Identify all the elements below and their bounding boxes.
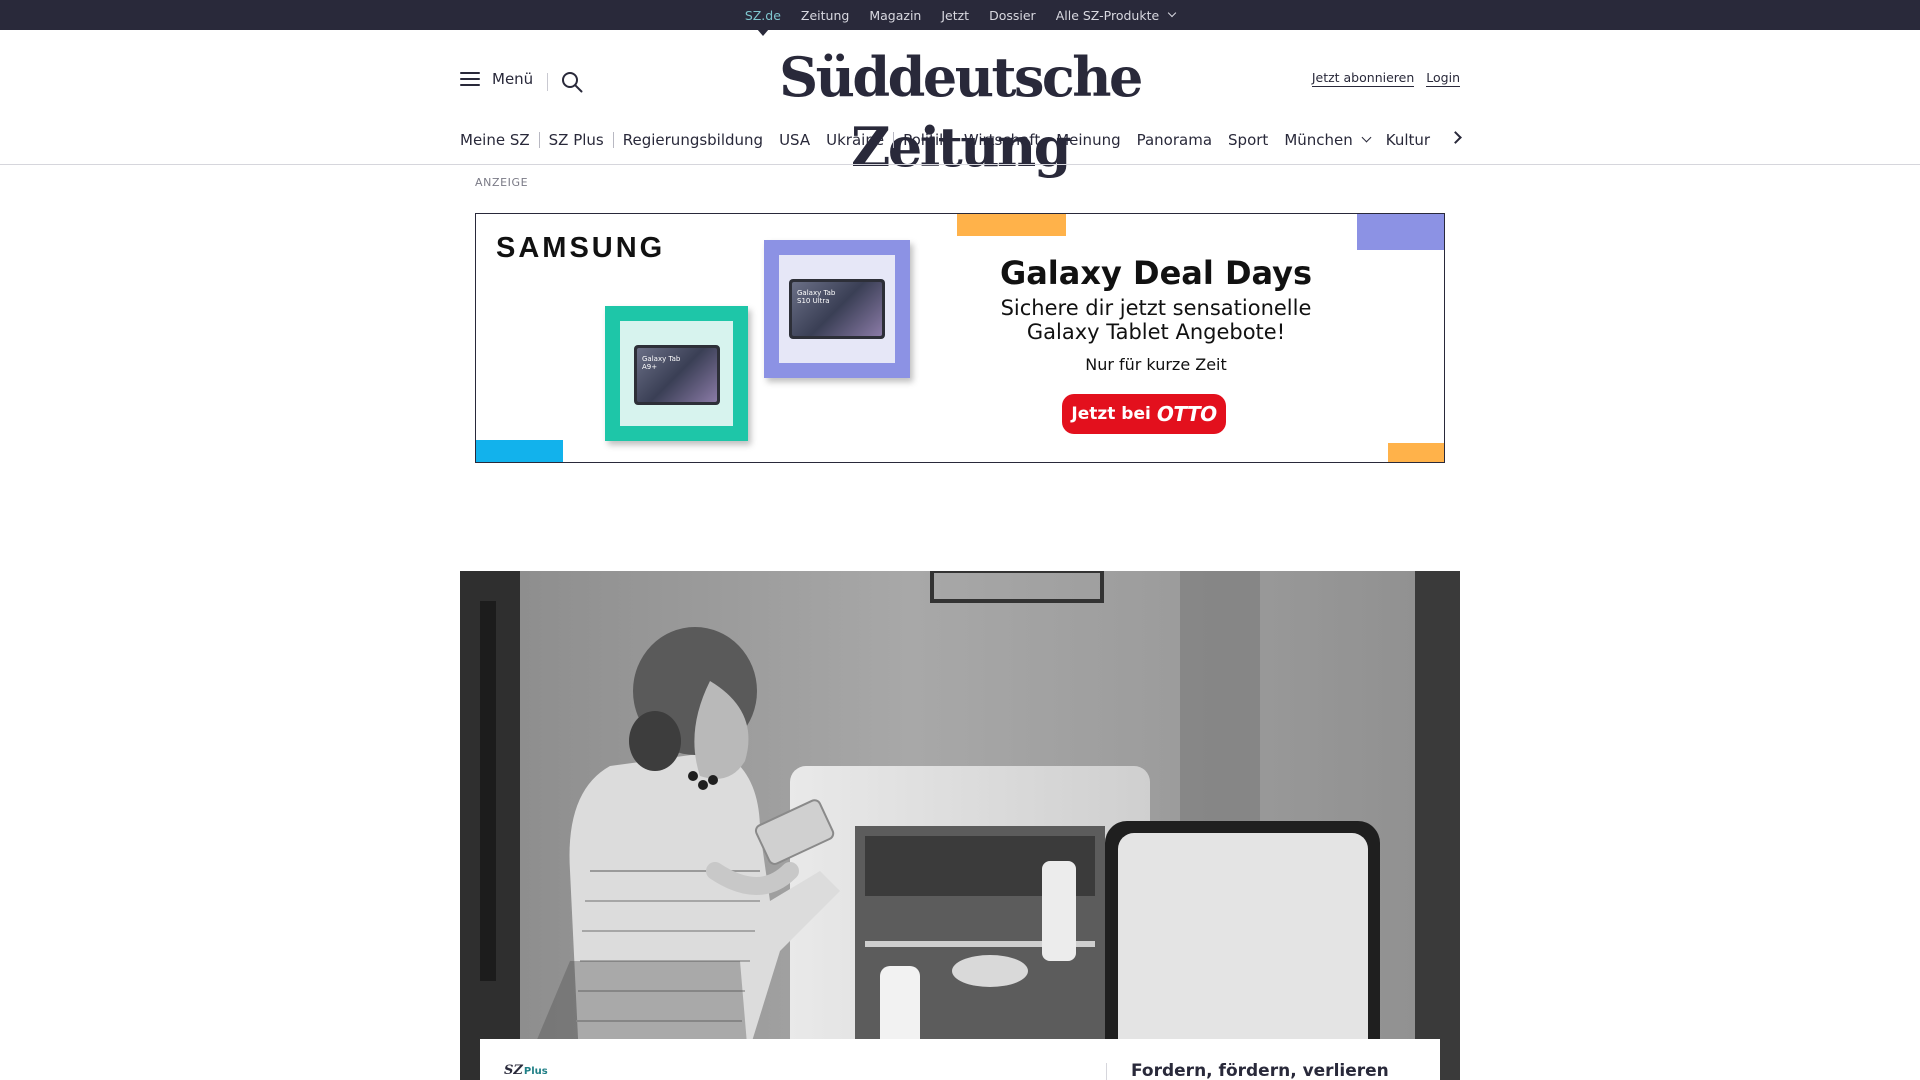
otto-logo: OTTO: [1156, 402, 1217, 426]
chevron-down-icon: [1167, 8, 1177, 18]
sz-plus-badge-sz: SZ: [504, 1063, 523, 1078]
nav-divider: [612, 132, 614, 148]
ad-small-text: Nur für kurze Zeit: [1085, 355, 1227, 374]
hamburger-icon: [460, 72, 480, 86]
samsung-logo: SAMSUNG: [496, 232, 666, 264]
nav-item-meine-sz[interactable]: Meine SZ: [460, 131, 530, 149]
tablet-image: Galaxy Tab A9+: [634, 345, 720, 405]
teaser-divider: [1106, 1063, 1107, 1080]
site-logo[interactable]: Süddeutsche Zeitung: [700, 42, 1220, 182]
ad-cta-button[interactable]: Jetzt bei OTTO: [1062, 394, 1226, 434]
ad-label: ANZEIGE: [475, 176, 529, 189]
topbar-link-szde[interactable]: SZ.de: [745, 0, 781, 36]
ad-headline: Galaxy Deal Days: [999, 254, 1313, 292]
ad-banner[interactable]: SAMSUNG Galaxy Tab A9+ Galaxy Tab S10 Ul…: [475, 213, 1445, 463]
topbar-link-magazin[interactable]: Magazin: [869, 0, 921, 30]
tablet-2-label: Galaxy Tab S10 Ultra: [797, 289, 836, 305]
section-nav: Meine SZ SZ Plus Regierungsbildung USA U…: [460, 128, 1460, 152]
nav-item-wirtschaft[interactable]: Wirtschaft: [964, 131, 1040, 149]
ad-cyan-block: [476, 440, 563, 462]
header-account-links: Jetzt abonnieren Login: [1311, 70, 1460, 87]
ad-cta-prefix: Jetzt bei: [1071, 404, 1151, 424]
sz-plus-badge-plus: Plus: [523, 1066, 548, 1077]
header-divider: [547, 73, 548, 91]
topbar-link-alle-sz-produkte[interactable]: Alle SZ-Produkte: [1055, 0, 1177, 30]
nav-item-sport[interactable]: Sport: [1228, 131, 1268, 149]
nav-item-muenchen-label: München: [1284, 131, 1353, 149]
login-link[interactable]: Login: [1426, 70, 1460, 87]
top-product-bar: SZ.de Zeitung Magazin Jetzt Dossier Alle…: [0, 0, 1920, 36]
nav-item-muenchen[interactable]: München: [1284, 131, 1372, 149]
tablet-1-label: Galaxy Tab A9+: [642, 355, 681, 371]
topbar-link-dossier[interactable]: Dossier: [989, 0, 1036, 30]
chevron-down-icon: [1361, 132, 1372, 143]
menu-label: Menü: [492, 70, 534, 88]
article-teaser-card[interactable]: SZPlus Fordern, fördern, verlieren: [480, 1039, 1440, 1080]
tablet-card-tab-a9: Galaxy Tab A9+: [605, 306, 748, 441]
tablet-image: Galaxy Tab S10 Ultra: [789, 279, 885, 339]
ad-subheadline: Sichere dir jetzt sensationelle Galaxy T…: [946, 296, 1366, 344]
nav-item-ukraine[interactable]: Ukraine: [826, 131, 884, 149]
topbar-link-jetzt[interactable]: Jetzt: [941, 0, 969, 30]
tablet-card-tab-s10-ultra: Galaxy Tab S10 Ultra: [764, 240, 910, 378]
nav-item-kultur[interactable]: Kultur: [1386, 131, 1430, 149]
menu-button[interactable]: Menü: [460, 70, 533, 88]
subscribe-link[interactable]: Jetzt abonnieren: [1311, 70, 1415, 87]
topbar-link-zeitung[interactable]: Zeitung: [801, 0, 849, 30]
ad-subheadline-line2: Galaxy Tablet Angebote!: [1026, 320, 1286, 344]
nav-item-meinung[interactable]: Meinung: [1056, 131, 1120, 149]
teaser-side-headline[interactable]: Fordern, fördern, verlieren: [1131, 1061, 1389, 1080]
ad-subheadline-line1: Sichere dir jetzt sensationelle: [1000, 296, 1312, 320]
nav-rule: [0, 164, 1920, 165]
topbar-link-alle-sz-produkte-label: Alle SZ-Produkte: [1055, 7, 1160, 23]
search-icon[interactable]: [561, 71, 583, 93]
nav-divider: [538, 132, 540, 148]
nav-item-panorama[interactable]: Panorama: [1137, 131, 1212, 149]
ad-periwinkle-block: [1357, 214, 1444, 250]
nav-divider: [893, 132, 895, 148]
nav-item-usa[interactable]: USA: [779, 131, 810, 149]
ad-orange-block: [957, 214, 1066, 236]
nav-item-regierungsbildung[interactable]: Regierungsbildung: [623, 131, 763, 149]
sz-plus-badge: SZPlus: [504, 1063, 548, 1078]
nav-item-sz-plus[interactable]: SZ Plus: [549, 131, 604, 149]
hero-photo: [460, 571, 1460, 1080]
nav-item-politik[interactable]: Politik: [903, 131, 948, 149]
hero-image[interactable]: [460, 571, 1460, 1080]
ad-orange-block-2: [1388, 443, 1444, 462]
